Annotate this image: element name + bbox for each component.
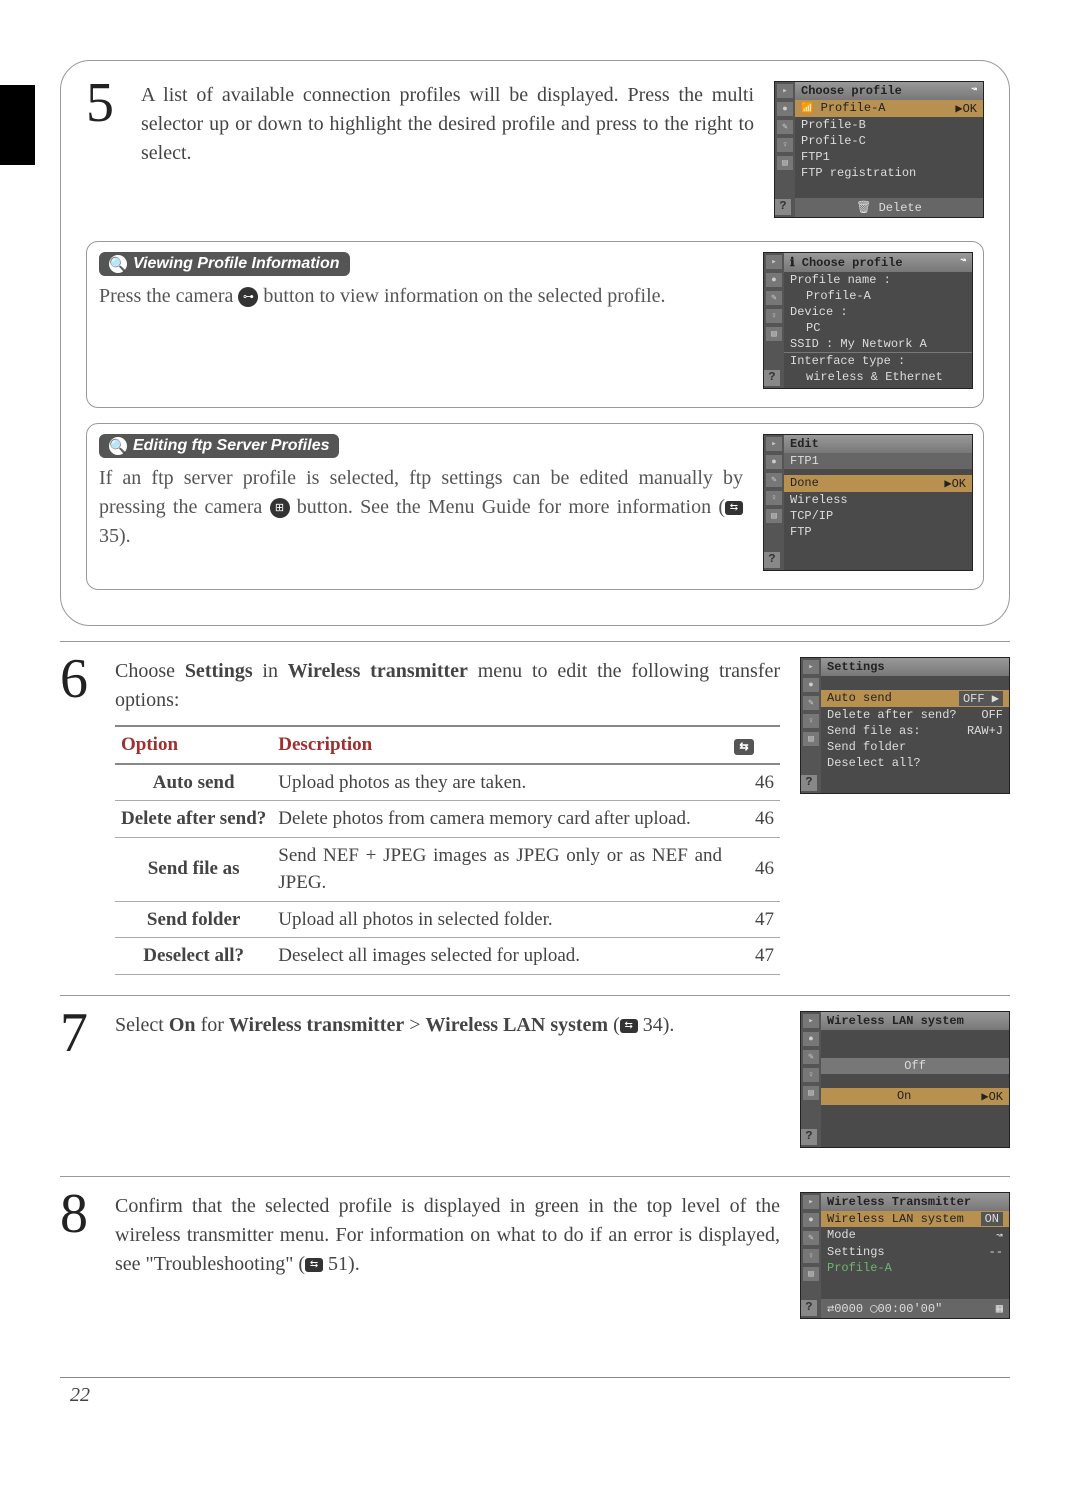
page-ref-icon: ⇆ xyxy=(620,1019,638,1033)
step-6-section: 6 Choose Settings in Wireless transmitte… xyxy=(60,641,1010,995)
grid-icon: ⊞ xyxy=(270,498,290,518)
table-row: Delete after send?Delete photos from cam… xyxy=(115,801,780,838)
step-5-section: 5 A list of available connection profile… xyxy=(60,60,1010,626)
screen-choose-profile: ▸●✎♀▤ ? Choose profile↝ 📶 Profile-A▶OK P… xyxy=(774,81,984,218)
step-8-number: 8 xyxy=(60,1192,95,1237)
table-row: Send file asSend NEF + JPEG images as JP… xyxy=(115,837,780,901)
col-option: Option xyxy=(115,726,272,764)
options-table: Option Description ⇆ Auto sendUpload pho… xyxy=(115,725,780,975)
magnify-icon: 🔍 xyxy=(109,437,127,455)
trash-icon: 🗑 xyxy=(856,201,871,215)
step-5-text: A list of available connection profiles … xyxy=(141,81,754,168)
page-ref-icon: ⇆ xyxy=(725,501,743,515)
signal-icon: ↝ xyxy=(971,84,977,98)
help-icon: ? xyxy=(775,199,791,215)
note-heading: Viewing Profile Information xyxy=(133,255,340,273)
table-row: Deselect all?Deselect all images selecte… xyxy=(115,938,780,975)
screen-settings: ▸●✎♀▤ ? Settings Auto sendOFF ▶ Delete a… xyxy=(800,657,1010,794)
step-8-text: Confirm that the selected profile is dis… xyxy=(115,1192,780,1279)
page-tab xyxy=(0,85,35,165)
step-7-text: Select On for Wireless transmitter > Wir… xyxy=(115,1011,780,1040)
info-icon: ℹ xyxy=(790,256,795,270)
note-heading: Editing ftp Server Profiles xyxy=(133,437,329,455)
col-description: Description xyxy=(272,726,728,764)
page-ref-icon: ⇆ xyxy=(305,1258,323,1272)
screen-wlan-system: ▸●✎♀▤ ? Wireless LAN system Off On▶OK xyxy=(800,1011,1010,1148)
screen-edit-ftp: ▸●✎♀▤ ? Edit FTP1 Done▶OK Wireless TCP/I… xyxy=(763,434,973,571)
col-page: ⇆ xyxy=(728,726,780,764)
step-7-number: 7 xyxy=(60,1011,95,1056)
note-viewing-profile: 🔍 Viewing Profile Information Press the … xyxy=(86,241,984,408)
card-icon: ▦ xyxy=(996,1301,1003,1316)
page-ref-icon: ⇆ xyxy=(734,739,754,755)
step-7-section: 7 Select On for Wireless transmitter > W… xyxy=(60,995,1010,1176)
step-6-text: Choose Settings in Wireless transmitter … xyxy=(115,657,780,975)
key-icon: ⊶ xyxy=(238,287,258,307)
screen-profile-info: ▸●✎♀▤ ? ℹ Choose profile↝ Profile name :… xyxy=(763,252,973,389)
page-number: 22 xyxy=(60,1377,1010,1407)
table-row: Auto sendUpload photos as they are taken… xyxy=(115,764,780,801)
table-row: Send folderUpload all photos in selected… xyxy=(115,901,780,938)
step-5-number: 5 xyxy=(86,81,121,126)
magnify-icon: 🔍 xyxy=(109,255,127,273)
step-8-section: 8 Confirm that the selected profile is d… xyxy=(60,1176,1010,1347)
note-editing-ftp: 🔍 Editing ftp Server Profiles If an ftp … xyxy=(86,423,984,590)
step-6-number: 6 xyxy=(60,657,95,702)
screen-wireless-transmitter: ▸●✎♀▤ ? Wireless Transmitter Wireless LA… xyxy=(800,1192,1010,1319)
